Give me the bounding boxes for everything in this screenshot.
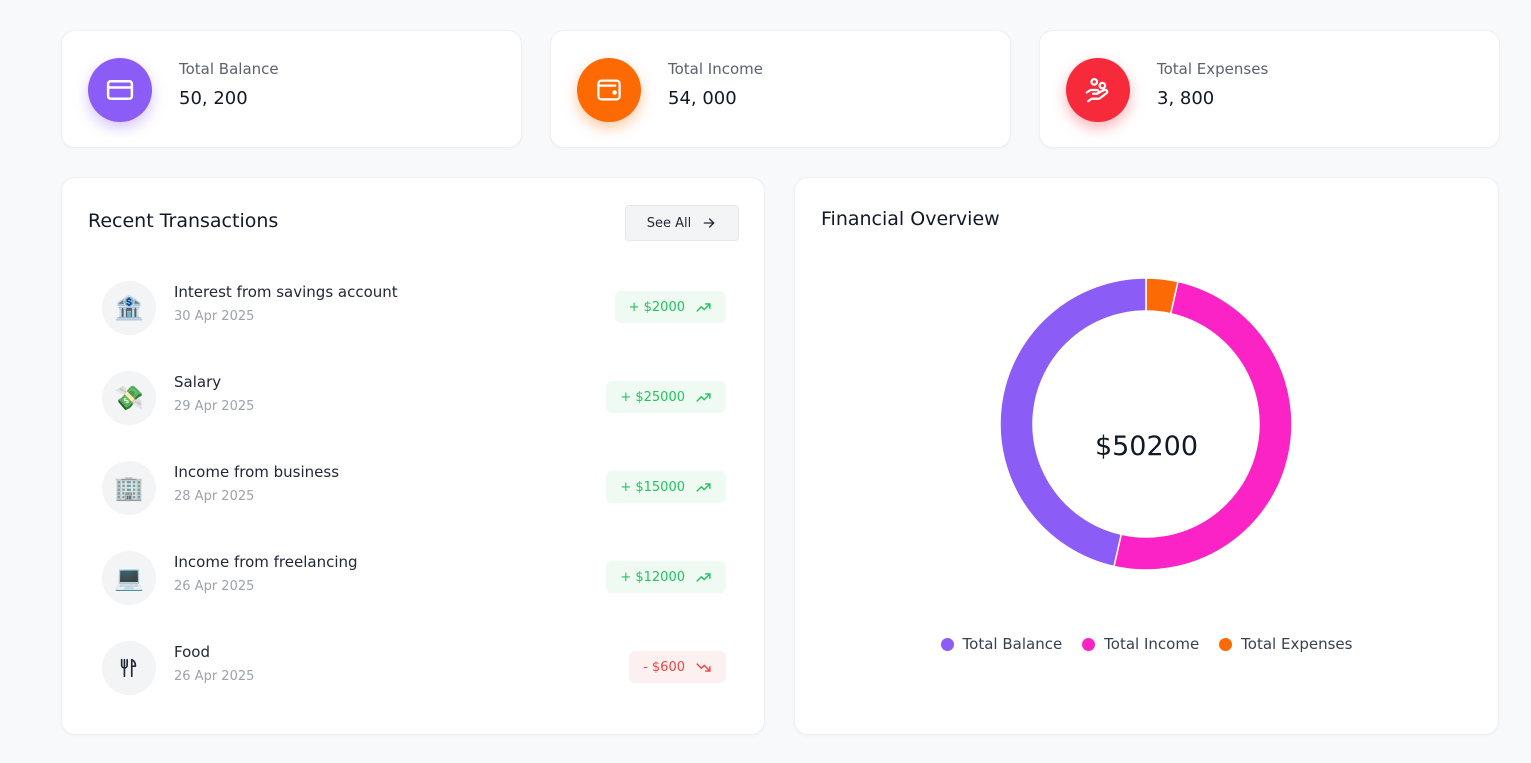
transaction-row[interactable]: Food 26 Apr 2025 - $600 (102, 640, 726, 696)
credit-card-icon (106, 80, 134, 100)
transaction-row[interactable]: 💻 Income from freelancing 26 Apr 2025 + … (102, 550, 726, 606)
trending-up-icon (696, 572, 711, 582)
legend-label: Total Income (1104, 635, 1200, 653)
trending-up-icon (696, 392, 711, 402)
trending-up-icon (696, 482, 711, 492)
recent-transactions-title: Recent Transactions (88, 210, 279, 232)
hand-money-icon (1085, 77, 1109, 103)
financial-overview-title: Financial Overview (821, 208, 1000, 230)
see-all-button[interactable]: See All (625, 205, 739, 241)
legend-dot (1082, 637, 1096, 651)
transaction-date: 28 Apr 2025 (174, 489, 255, 504)
wallet-icon (597, 79, 621, 101)
transaction-amount: + $12000 (620, 569, 685, 585)
transaction-name: Income from business (174, 463, 340, 481)
transaction-amount: + $2000 (628, 299, 685, 315)
expenses-circle (1066, 58, 1130, 122)
office-building-icon: 🏢 (102, 461, 156, 515)
transaction-amount: + $15000 (620, 479, 685, 495)
stat-card-total-balance: Total Balance 50, 200 (61, 30, 522, 148)
transaction-name: Salary (174, 373, 222, 391)
balance-circle (88, 58, 152, 122)
laptop-icon: 💻 (102, 551, 156, 605)
bank-icon: 🏦 (102, 281, 156, 335)
donut-chart (999, 277, 1293, 571)
donut-slice-total-income[interactable] (1113, 280, 1293, 571)
utensils-icon-wrapper (102, 641, 156, 695)
transaction-date: 30 Apr 2025 (174, 309, 255, 324)
transaction-amount-badge: + $12000 (606, 561, 726, 593)
legend-label: Total Balance (962, 635, 1063, 653)
transaction-amount-badge: + $25000 (606, 381, 726, 413)
legend-item-total-balance[interactable]: Total Balance (940, 635, 1063, 653)
transaction-amount-badge: - $600 (629, 651, 726, 683)
transaction-row[interactable]: 🏢 Income from business 28 Apr 2025 + $15… (102, 460, 726, 516)
utensils-icon (120, 658, 137, 678)
stat-value: 50, 200 (179, 88, 248, 109)
donut-slice-total-balance[interactable] (999, 277, 1147, 568)
transaction-amount-badge: + $15000 (606, 471, 726, 503)
transaction-row[interactable]: 💸 Salary 29 Apr 2025 + $25000 (102, 370, 726, 426)
transaction-amount: + $25000 (620, 389, 685, 405)
legend-label: Total Expenses (1241, 635, 1353, 653)
transaction-date: 26 Apr 2025 (174, 579, 255, 594)
legend-item-total-expenses[interactable]: Total Expenses (1219, 635, 1352, 653)
arrow-right-icon (703, 218, 715, 228)
income-circle (577, 58, 641, 122)
stat-label: Total Balance (179, 60, 279, 78)
stat-card-total-income: Total Income 54, 000 (550, 30, 1011, 148)
chart-legend: Total Balance Total Income Total Expenses (795, 635, 1498, 653)
financial-overview-card: Financial Overview $50200 Total Balance T… (794, 177, 1499, 735)
transaction-row[interactable]: 🏦 Interest from savings account 30 Apr 2… (102, 280, 726, 336)
stat-label: Total Income (668, 60, 763, 78)
transaction-name: Interest from savings account (174, 283, 398, 301)
trending-up-icon (696, 302, 711, 312)
trending-down-icon (696, 662, 711, 672)
money-with-wings-icon: 💸 (102, 371, 156, 425)
legend-dot (1219, 637, 1233, 651)
see-all-label: See All (646, 215, 692, 231)
stat-card-total-expenses: Total Expenses 3, 800 (1039, 30, 1500, 148)
transaction-amount-badge: + $2000 (614, 291, 726, 323)
stat-label: Total Expenses (1157, 60, 1269, 78)
transaction-name: Food (174, 643, 210, 661)
transaction-date: 29 Apr 2025 (174, 399, 255, 414)
transaction-amount: - $600 (643, 659, 685, 675)
transaction-date: 26 Apr 2025 (174, 669, 255, 684)
recent-transactions-card: Recent Transactions See All 🏦 Interest f… (61, 177, 765, 735)
stat-value: 54, 000 (668, 88, 737, 109)
transaction-name: Income from freelancing (174, 553, 358, 571)
stat-value: 3, 800 (1157, 88, 1215, 109)
donut-center-value: $50200 (1094, 431, 1199, 462)
legend-dot (940, 637, 954, 651)
legend-item-total-income[interactable]: Total Income (1082, 635, 1199, 653)
